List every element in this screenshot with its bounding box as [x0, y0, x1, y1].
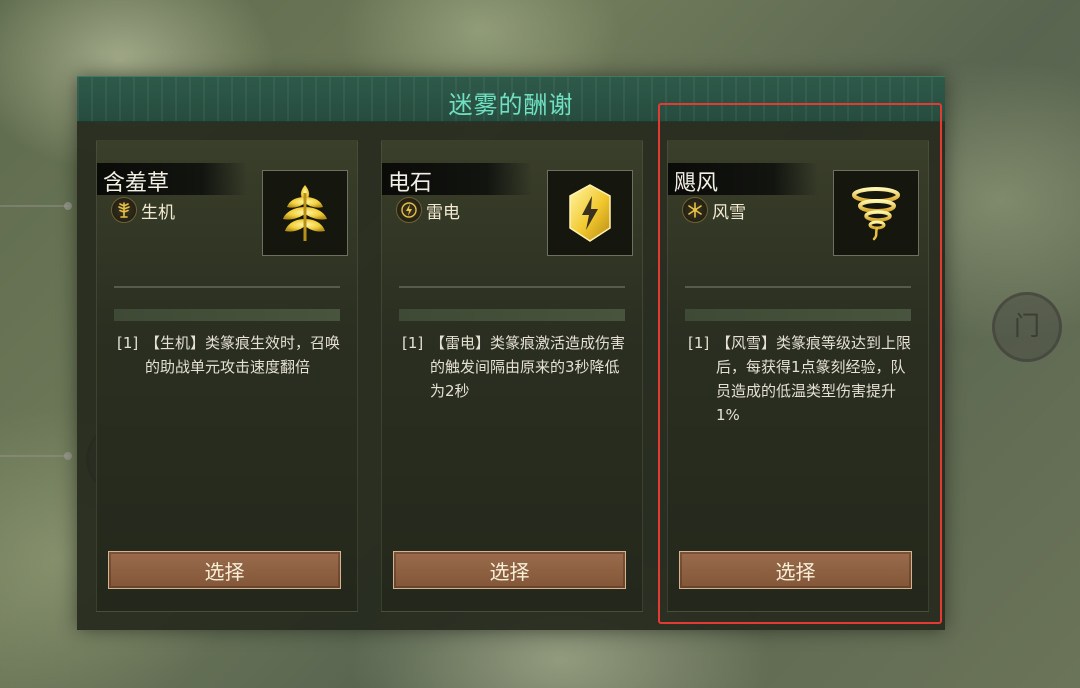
dialog-header: 迷雾的酬谢 — [77, 76, 945, 122]
background-seal-right: 门 — [992, 292, 1062, 362]
game-screen: 风 门 迷雾的酬谢 含羞草 生机 — [0, 0, 1080, 688]
element-label: 雷电 — [426, 202, 460, 223]
reward-card-hanxiucao[interactable]: 含羞草 生机 [1] 【生机】类篆痕生效时，召唤的助战单元攻击速度翻倍 选择 — [96, 140, 358, 612]
card-divider — [114, 286, 340, 288]
element-label: 生机 — [141, 202, 175, 223]
select-button-hanxiucao[interactable]: 选择 — [108, 551, 341, 589]
tornado-icon — [852, 187, 900, 241]
card-description: [1] 【风雪】类篆痕等级达到上限后，每获得1点篆刻经验，队员造成的低温类型伤害… — [688, 331, 914, 427]
effect-level: [1] — [117, 334, 139, 352]
select-button-dianshi[interactable]: 选择 — [393, 551, 626, 589]
select-button-jufeng[interactable]: 选择 — [679, 551, 912, 589]
effect-text: 【生机】类篆痕生效时，召唤的助战单元攻击速度翻倍 — [145, 334, 341, 376]
snowflake-icon — [682, 197, 708, 223]
reward-card-dianshi[interactable]: 电石 雷电 [1] 【雷电】类篆痕激活造成伤害的触发间隔由原来的3秒降低为2秒 … — [381, 140, 643, 612]
card-divider — [399, 286, 625, 288]
item-icon-frame — [262, 170, 348, 256]
dialog-title: 迷雾的酬谢 — [448, 91, 574, 119]
element-tag: 风雪 — [682, 197, 746, 223]
effect-strip — [399, 309, 625, 321]
golden-leaf-icon — [283, 185, 327, 241]
effect-strip — [685, 309, 911, 321]
card-name: 飓风 — [674, 171, 719, 196]
card-description: [1] 【雷电】类篆痕激活造成伤害的触发间隔由原来的3秒降低为2秒 — [402, 331, 628, 403]
reward-dialog: 迷雾的酬谢 含羞草 生机 [1] 【生机】类篆痕生效时，召唤的助战单元攻击速度翻… — [77, 76, 945, 630]
item-icon-frame — [547, 170, 633, 256]
leaf-tree-icon — [111, 197, 137, 223]
element-tag: 生机 — [111, 197, 175, 223]
effect-text: 【雷电】类篆痕激活造成伤害的触发间隔由原来的3秒降低为2秒 — [430, 334, 626, 400]
effect-level: [1] — [402, 334, 424, 352]
card-name: 电石 — [388, 171, 433, 196]
item-icon-frame — [833, 170, 919, 256]
lightning-icon — [396, 197, 422, 223]
element-label: 风雪 — [712, 202, 746, 223]
effect-level: [1] — [688, 334, 710, 352]
background-path — [0, 205, 70, 207]
card-name: 含羞草 — [103, 171, 170, 196]
background-node — [64, 202, 72, 210]
card-divider — [685, 286, 911, 288]
background-node — [64, 452, 72, 460]
reward-card-jufeng[interactable]: 飓风 风雪 [1] 【风雪】类篆痕等级达到上限后，每获得1点篆刻经验，队员造成的… — [667, 140, 929, 612]
effect-text: 【风雪】类篆痕等级达到上限后，每获得1点篆刻经验，队员造成的低温类型伤害提升1% — [716, 334, 912, 424]
card-description: [1] 【生机】类篆痕生效时，召唤的助战单元攻击速度翻倍 — [117, 331, 343, 379]
lightning-crystal-icon — [569, 184, 611, 242]
background-path — [0, 455, 70, 457]
effect-strip — [114, 309, 340, 321]
element-tag: 雷电 — [396, 197, 460, 223]
